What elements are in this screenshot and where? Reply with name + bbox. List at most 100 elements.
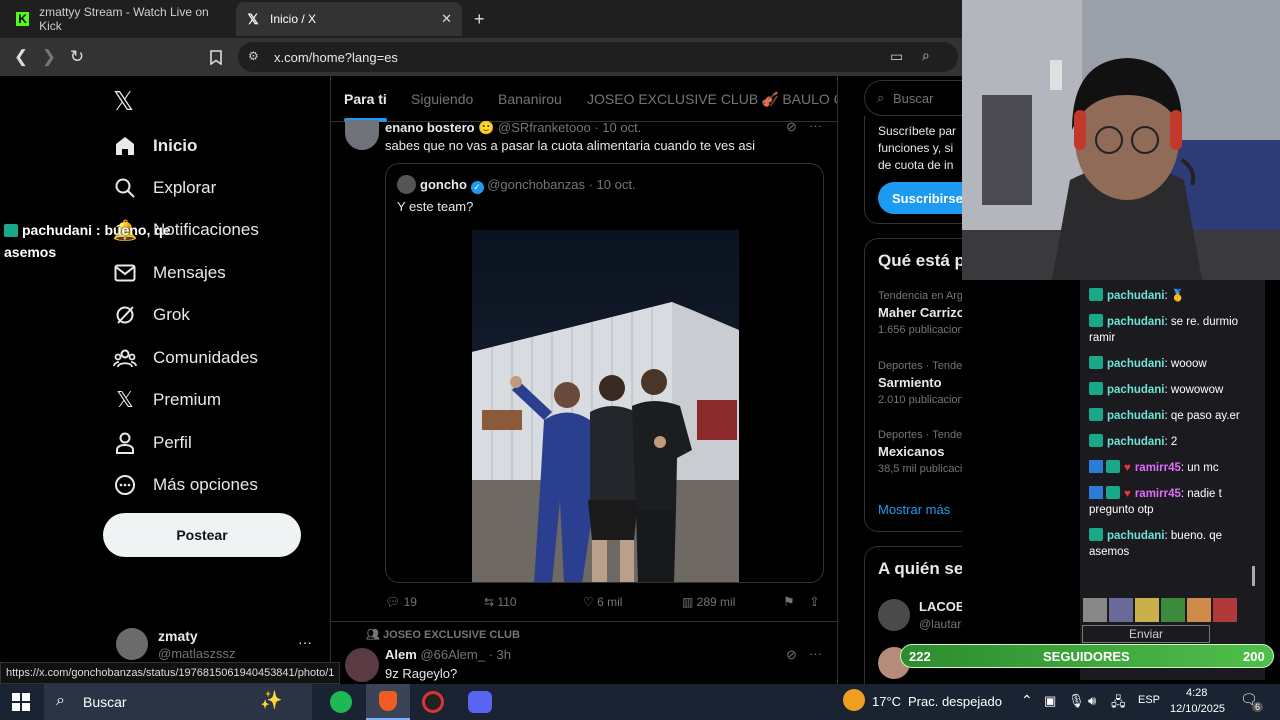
- chat-popup: pachudani : búeno, qe asemos: [4, 219, 194, 263]
- nav-comunidades[interactable]: Comunidades: [113, 341, 258, 375]
- chat-user[interactable]: ramirr45: [1135, 488, 1181, 500]
- communities-icon: 👥︎: [366, 629, 380, 641]
- chat-user[interactable]: pachudani: [1107, 358, 1165, 370]
- nav-premium[interactable]: 𝕏 Premium: [113, 383, 221, 417]
- tab-x[interactable]: 𝕏 Inicio / X ✕: [236, 2, 462, 36]
- windows-start-icon[interactable]: [12, 693, 30, 716]
- post-date[interactable]: · 3h: [489, 647, 511, 662]
- tab-joseo[interactable]: JOSEO EXCLUSIVE CLUB: [587, 76, 758, 122]
- obs-icon[interactable]: [422, 691, 444, 713]
- weather-desc: Prac. despejado: [908, 694, 1002, 709]
- chat-user[interactable]: ramirr45: [1135, 462, 1181, 474]
- repost-action[interactable]: ⇆ 110: [484, 595, 517, 609]
- emote-icon[interactable]: [1109, 598, 1133, 622]
- nav-label: Grok: [153, 305, 190, 324]
- chat-user[interactable]: pachudani: [1107, 316, 1165, 328]
- trend-item[interactable]: Deportes · Tendencia Sarmiento 2.010 pub…: [878, 360, 962, 406]
- account-menu-icon[interactable]: ···: [298, 634, 312, 650]
- post-more-icon[interactable]: ···: [809, 646, 822, 661]
- trend-item[interactable]: Deportes · Tendencia Mexicanos 38,5 mil …: [878, 429, 962, 475]
- clock-date[interactable]: 12/10/2025: [1170, 703, 1225, 715]
- volume-icon[interactable]: 🔊︎: [1088, 693, 1096, 709]
- nav-inicio[interactable]: Inicio: [113, 129, 197, 163]
- bookmark-icon[interactable]: [203, 44, 229, 70]
- chat-scrollbar[interactable]: [1252, 566, 1255, 586]
- taskbar-search-placeholder: Buscar: [83, 694, 127, 710]
- tab-kick[interactable]: K zmattyy Stream - Watch Live on Kick: [6, 2, 232, 36]
- nav-grok[interactable]: Grok: [113, 298, 190, 332]
- tab-para-ti[interactable]: Para ti: [344, 76, 387, 122]
- chat-user[interactable]: pachudani: [1107, 436, 1165, 448]
- emote-icon[interactable]: [1083, 598, 1107, 622]
- language-indicator[interactable]: ESP: [1138, 694, 1160, 706]
- subscribe-button[interactable]: Suscribirse: [878, 182, 962, 214]
- quote-photo[interactable]: [472, 230, 739, 582]
- forward-button[interactable]: ❯: [36, 44, 62, 70]
- emote-icon[interactable]: [1135, 598, 1159, 622]
- x-logo-icon[interactable]: 𝕏: [113, 86, 134, 117]
- post-handle[interactable]: @66Alem_: [420, 647, 485, 662]
- post-button[interactable]: Postear: [103, 513, 301, 557]
- zoom-icon[interactable]: ⌕: [922, 47, 930, 64]
- cast-icon[interactable]: ▭: [890, 48, 903, 65]
- trend-item[interactable]: Tendencia en Argentina Maher Carrizo 1.6…: [878, 290, 962, 336]
- discord-icon[interactable]: [468, 691, 492, 713]
- share-icon[interactable]: ⇪: [809, 594, 820, 610]
- views-action[interactable]: ▥ 289 mil: [682, 595, 735, 609]
- chat-user[interactable]: pachudani: [1107, 290, 1165, 302]
- spotify-icon[interactable]: [330, 691, 352, 713]
- trends-card: Qué está p Tendencia en Argentina Maher …: [864, 238, 962, 532]
- chart-icon: ▥: [682, 595, 694, 609]
- bookmark-post-icon[interactable]: ⚑: [783, 594, 795, 610]
- tray-app-icon[interactable]: ▣: [1044, 693, 1056, 709]
- post-author[interactable]: enano bostero 🙂: [385, 120, 494, 135]
- show-more-link[interactable]: Mostrar más: [878, 502, 950, 517]
- follow-name[interactable]: LACOBRAAA ✓: [919, 599, 962, 615]
- site-info-icon[interactable]: ⚙: [248, 49, 259, 63]
- chat-user[interactable]: pachudani: [1107, 530, 1165, 542]
- close-tab-icon[interactable]: ✕: [441, 11, 452, 27]
- nav-explorar[interactable]: Explorar: [113, 171, 216, 205]
- tab-bananirou[interactable]: Bananirou: [498, 76, 562, 122]
- nav-perfil[interactable]: Perfil: [113, 426, 192, 460]
- address-bar[interactable]: ⚙ x.com/home?lang=es ▭ ⌕: [238, 42, 958, 72]
- emote-icon[interactable]: [1213, 598, 1237, 622]
- grok-post-icon[interactable]: ⊘: [786, 647, 797, 663]
- post-more-icon[interactable]: ···: [809, 118, 822, 133]
- reload-button[interactable]: ↻: [64, 44, 90, 70]
- avatar[interactable]: [345, 120, 379, 150]
- avatar[interactable]: [345, 648, 379, 682]
- chat-user[interactable]: pachudani: [1107, 410, 1165, 422]
- chat-message: pachudani: wooow: [1089, 356, 1257, 372]
- mic-icon[interactable]: 🎙︎: [1068, 693, 1085, 709]
- emote-icon[interactable]: [1161, 598, 1185, 622]
- emote-icon[interactable]: [1187, 598, 1211, 622]
- grok-post-icon[interactable]: ⊘: [786, 119, 797, 135]
- reply-action[interactable]: 💬︎ 19: [385, 595, 417, 609]
- tab-baulo[interactable]: 🎻 BAULO CL: [761, 76, 837, 122]
- nav-mas-opciones[interactable]: Más opciones: [113, 468, 258, 502]
- post-handle[interactable]: @SRfranketooo: [498, 120, 591, 135]
- post-date[interactable]: · 10 oct.: [594, 120, 641, 135]
- clock-time[interactable]: 4:28: [1186, 687, 1207, 699]
- tab-siguiendo[interactable]: Siguiendo: [411, 76, 473, 122]
- taskbar-search[interactable]: ⌕ Buscar ✨: [44, 684, 312, 720]
- post-header: enano bostero 🙂 @SRfranketooo · 10 oct.: [385, 120, 641, 136]
- send-button[interactable]: Enviar: [1082, 625, 1210, 643]
- new-tab-button[interactable]: +: [474, 9, 485, 30]
- search-box[interactable]: ⌕ Buscar: [864, 80, 962, 116]
- chat-user[interactable]: pachudani: [1107, 384, 1165, 396]
- like-action[interactable]: ♡ 6 mil: [583, 595, 622, 609]
- avatar[interactable]: [116, 628, 148, 660]
- avatar[interactable]: [878, 599, 910, 631]
- quote-author: goncho: [420, 177, 467, 192]
- tray-chevron-icon[interactable]: ⌃: [1021, 692, 1033, 709]
- webcam-overlay: [962, 0, 1280, 280]
- mail-icon: [113, 261, 137, 285]
- post-author[interactable]: Alem: [385, 647, 417, 662]
- back-button[interactable]: ❮: [8, 44, 34, 70]
- quoted-post[interactable]: goncho ✓ @gonchobanzas · 10 oct. Y este …: [385, 163, 824, 583]
- search-icon: ⌕: [56, 692, 65, 709]
- brave-taskbar-button[interactable]: [366, 684, 410, 720]
- network-icon[interactable]: 🖧︎: [1111, 693, 1126, 715]
